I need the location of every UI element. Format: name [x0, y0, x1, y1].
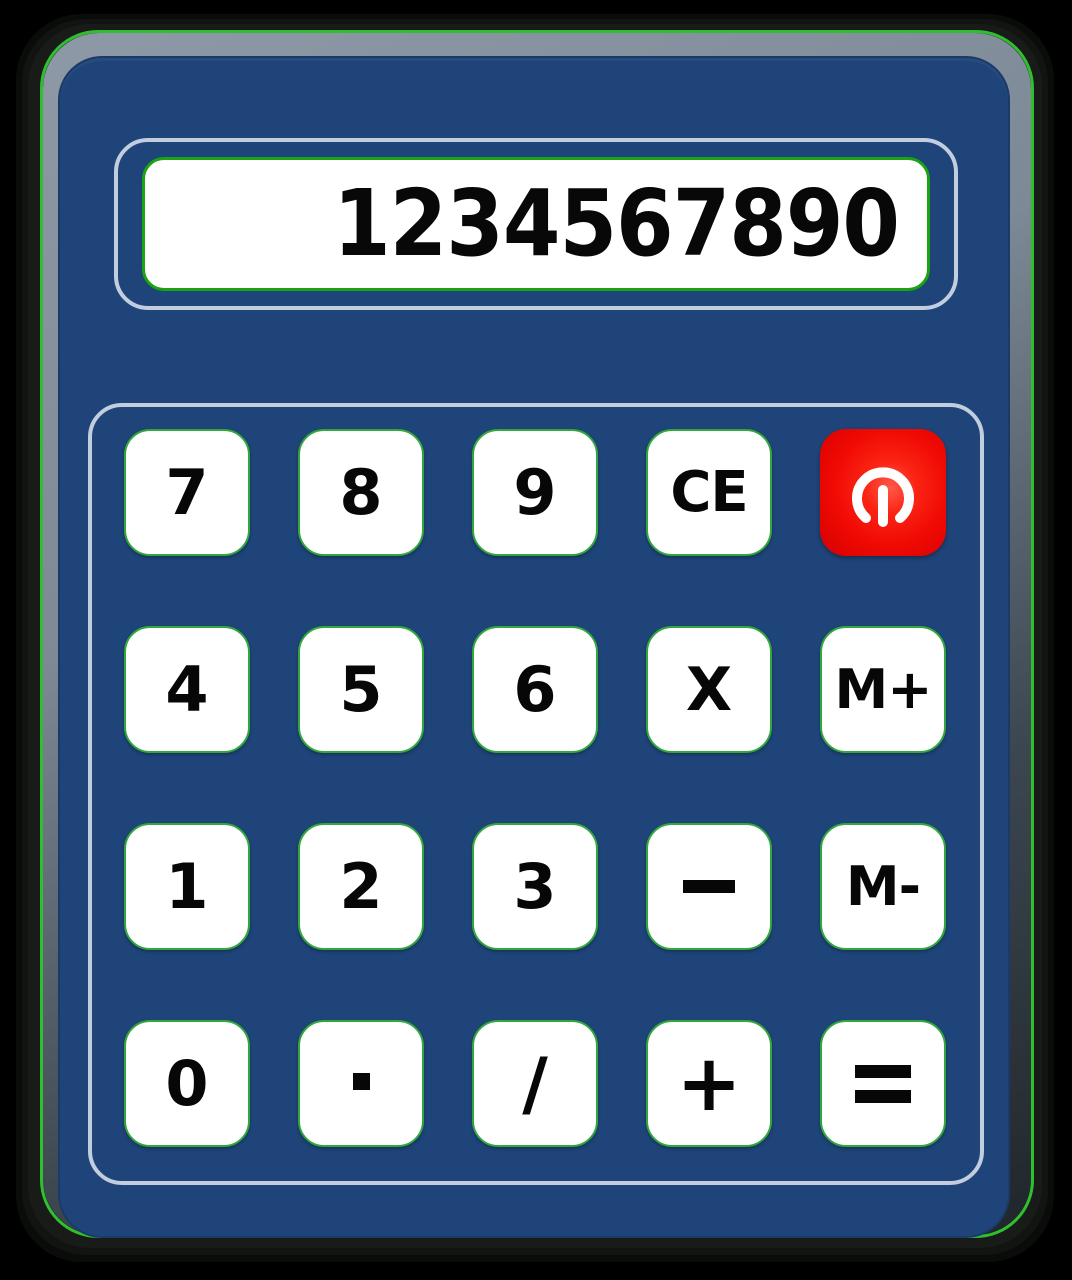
key-add-button[interactable]: + — [646, 1020, 772, 1147]
key-mem-sub-label: M- — [845, 854, 921, 918]
key-3-label: 3 — [513, 849, 557, 923]
key-8-label: 8 — [339, 455, 383, 529]
minus-glyph — [683, 880, 735, 893]
key-1-button[interactable]: 1 — [124, 823, 250, 950]
calculator-app: 1234567890 7 8 9 CE 4 5 6 X M+ 1 2 3 M- 0 / + — [0, 0, 1072, 1280]
key-0-label: 0 — [165, 1046, 209, 1120]
key-equals-button[interactable] — [820, 1020, 946, 1147]
key-multiply-label: X — [685, 654, 733, 725]
key-5-button[interactable]: 5 — [298, 626, 424, 753]
key-decimal-button[interactable] — [298, 1020, 424, 1147]
key-6-label: 6 — [513, 652, 557, 726]
key-0-button[interactable]: 0 — [124, 1020, 250, 1147]
key-3-button[interactable]: 3 — [472, 823, 598, 950]
equals-glyph — [855, 1064, 911, 1103]
key-divide-button[interactable]: / — [472, 1020, 598, 1147]
key-mem-add-label: M+ — [834, 657, 933, 721]
decimal-point-glyph — [352, 1073, 370, 1090]
key-9-button[interactable]: 9 — [472, 429, 598, 556]
keypad-grid: 7 8 9 CE 4 5 6 X M+ 1 2 3 M- 0 / + — [124, 429, 948, 1147]
key-7-button[interactable]: 7 — [124, 429, 250, 556]
power-icon — [852, 466, 914, 527]
key-multiply-button[interactable]: X — [646, 626, 772, 753]
key-divide-label: / — [522, 1042, 548, 1125]
power-button[interactable] — [820, 429, 946, 556]
key-2-label: 2 — [339, 849, 383, 923]
display-screen[interactable]: 1234567890 — [142, 157, 930, 291]
key-4-button[interactable]: 4 — [124, 626, 250, 753]
key-2-button[interactable]: 2 — [298, 823, 424, 950]
key-mem-add-button[interactable]: M+ — [820, 626, 946, 753]
key-5-label: 5 — [339, 652, 383, 726]
key-subtract-button[interactable] — [646, 823, 772, 950]
key-8-button[interactable]: 8 — [298, 429, 424, 556]
key-4-label: 4 — [165, 652, 209, 726]
key-ce-button[interactable]: CE — [646, 429, 772, 556]
key-7-label: 7 — [165, 455, 209, 529]
key-ce-label: CE — [670, 459, 748, 525]
key-add-label: + — [676, 1038, 742, 1129]
key-6-button[interactable]: 6 — [472, 626, 598, 753]
key-9-label: 9 — [513, 455, 557, 529]
display-value: 1234567890 — [333, 170, 900, 277]
calculator-body: 1234567890 7 8 9 CE 4 5 6 X M+ 1 2 3 M- 0 / + — [58, 56, 1010, 1238]
key-mem-sub-button[interactable]: M- — [820, 823, 946, 950]
key-1-label: 1 — [165, 849, 209, 923]
